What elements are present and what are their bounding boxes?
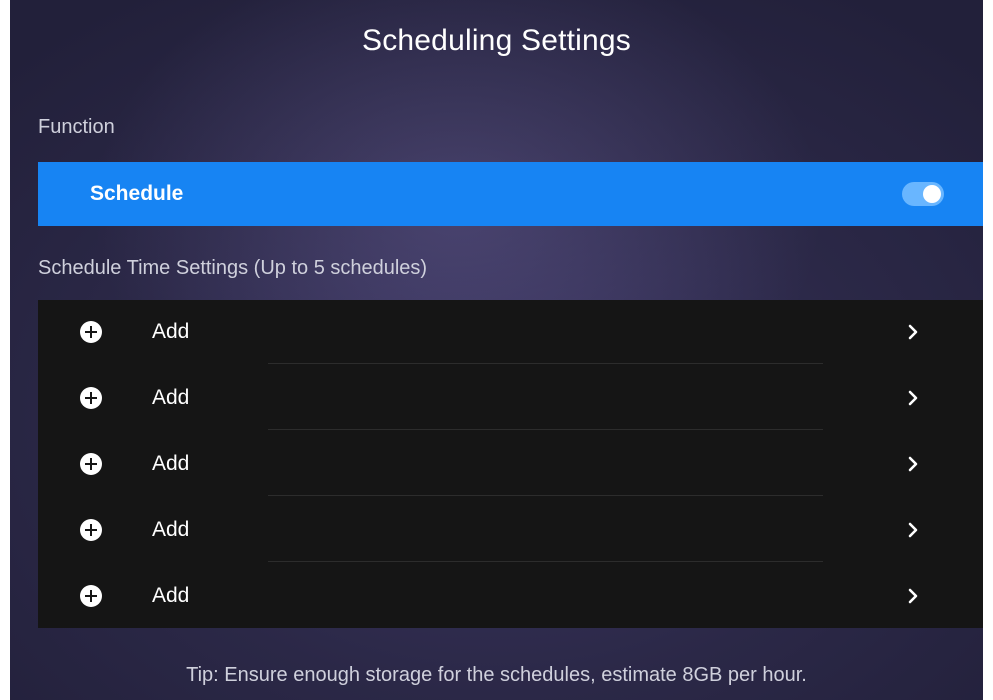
toggle-knob (923, 185, 941, 203)
schedule-list: Add Add Add Add Add (38, 300, 983, 628)
schedule-time-section-label: Schedule Time Settings (Up to 5 schedule… (38, 257, 428, 279)
schedule-slot-2[interactable]: Add (38, 366, 983, 430)
chevron-right-icon (908, 588, 918, 604)
add-label: Add (152, 386, 190, 409)
chevron-right-icon (908, 522, 918, 538)
schedule-label: Schedule (90, 182, 184, 205)
schedule-toggle-row[interactable]: Schedule (38, 162, 983, 226)
add-label: Add (152, 518, 190, 541)
schedule-slot-5[interactable]: Add (38, 564, 983, 628)
row-divider (268, 561, 823, 562)
function-section-label: Function (38, 116, 115, 138)
plus-circle-icon (80, 321, 102, 343)
add-label: Add (152, 320, 190, 343)
plus-circle-icon (80, 387, 102, 409)
plus-circle-icon (80, 585, 102, 607)
schedule-slot-1[interactable]: Add (38, 300, 983, 364)
add-label: Add (152, 584, 190, 607)
schedule-slot-4[interactable]: Add (38, 498, 983, 562)
chevron-right-icon (908, 456, 918, 472)
row-divider (268, 429, 823, 430)
plus-circle-icon (80, 453, 102, 475)
row-divider (268, 363, 823, 364)
schedule-toggle[interactable] (902, 182, 944, 206)
plus-circle-icon (80, 519, 102, 541)
schedule-slot-3[interactable]: Add (38, 432, 983, 496)
storage-tip: Tip: Ensure enough storage for the sched… (186, 664, 807, 686)
page-title: Scheduling Settings (362, 24, 631, 57)
add-label: Add (152, 452, 190, 475)
chevron-right-icon (908, 390, 918, 406)
row-divider (268, 495, 823, 496)
scheduling-settings-screen: Scheduling Settings Function Schedule Sc… (10, 0, 983, 700)
chevron-right-icon (908, 324, 918, 340)
